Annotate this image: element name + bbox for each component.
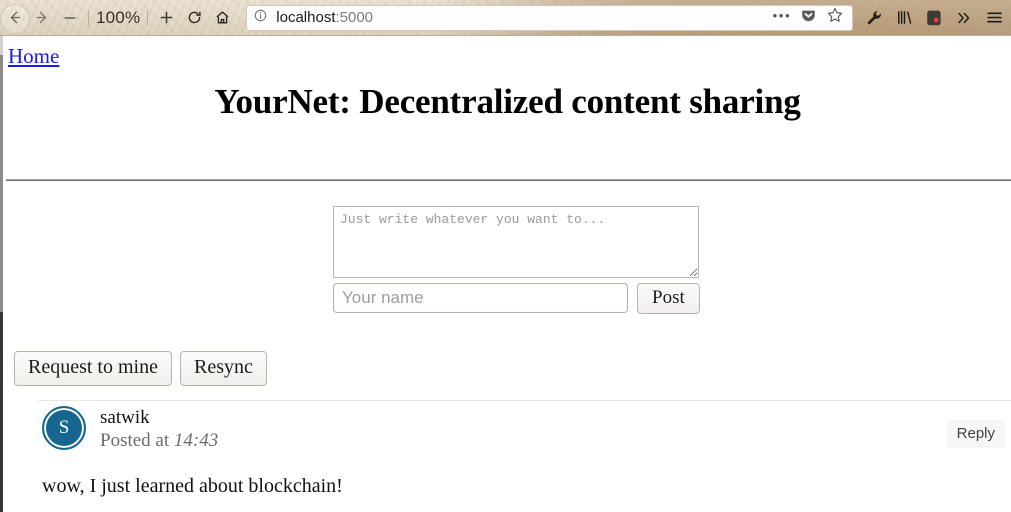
home-icon[interactable] — [208, 4, 236, 32]
star-icon[interactable] — [826, 6, 844, 29]
info-circle-icon[interactable] — [253, 8, 268, 28]
page-content: Home YourNet: Decentralized content shar… — [4, 36, 1011, 512]
zoom-out-button[interactable] — [56, 4, 84, 32]
resync-button[interactable]: Resync — [179, 351, 267, 386]
post-item: S satwik Posted at 14:43 Reply wow, I ju… — [4, 406, 1011, 498]
title-divider — [6, 179, 1011, 181]
forward-button[interactable] — [28, 4, 56, 32]
post-body: wow, I just learned about blockchain! — [42, 474, 343, 497]
post-header: S satwik Posted at 14:43 Reply — [4, 406, 1011, 453]
post-timestamp: Posted at 14:43 — [100, 429, 218, 453]
post-meta: satwik Posted at 14:43 — [100, 407, 218, 453]
breadcrumb-home-link[interactable]: Home — [8, 44, 59, 69]
browser-toolbar: 100% localhost:5000 ••• — [0, 0, 1011, 36]
address-bar[interactable]: localhost:5000 ••• — [246, 4, 853, 31]
toolbar-separator-2 — [147, 9, 149, 26]
zoom-level-indicator[interactable]: 100% — [93, 8, 143, 28]
ellipsis-icon[interactable]: ••• — [772, 10, 791, 25]
request-to-mine-button[interactable]: Request to mine — [14, 351, 172, 386]
wrench-icon[interactable] — [859, 3, 889, 33]
pocket-icon[interactable] — [800, 7, 817, 29]
zoom-in-button[interactable] — [152, 4, 180, 32]
post-timestamp-prefix: Posted at — [100, 429, 174, 451]
evernote-icon[interactable] — [919, 3, 949, 33]
back-button[interactable] — [0, 3, 30, 34]
message-textarea[interactable] — [333, 206, 699, 278]
post-button[interactable]: Post — [637, 283, 700, 314]
name-input[interactable] — [333, 283, 628, 314]
reload-button[interactable] — [180, 4, 208, 32]
avatar: S — [42, 406, 86, 450]
address-host: localhost — [276, 9, 336, 26]
avatar-initial: S — [58, 417, 70, 438]
address-port: :5000 — [335, 9, 374, 26]
post-time-value: 14:43 — [173, 429, 219, 451]
page-title: YourNet: Decentralized content sharing — [214, 82, 801, 121]
reply-button[interactable]: Reply — [946, 420, 1005, 448]
library-icon[interactable] — [889, 3, 919, 33]
composer-controls: Post — [333, 283, 703, 314]
window-left-edge — [0, 36, 3, 512]
hamburger-menu-icon[interactable] — [979, 3, 1009, 33]
chevron-double-right-icon[interactable] — [949, 3, 979, 33]
post-list-divider — [38, 400, 1011, 401]
post-composer: Post — [333, 206, 703, 314]
toolbar-separator — [88, 9, 89, 26]
node-actions: Request to mine Resync — [14, 351, 267, 386]
toolbar-extensions — [859, 3, 1011, 33]
address-bar-text: localhost:5000 — [276, 9, 373, 26]
post-author: satwik — [100, 407, 150, 428]
page-viewport: Home YourNet: Decentralized content shar… — [0, 36, 1011, 512]
